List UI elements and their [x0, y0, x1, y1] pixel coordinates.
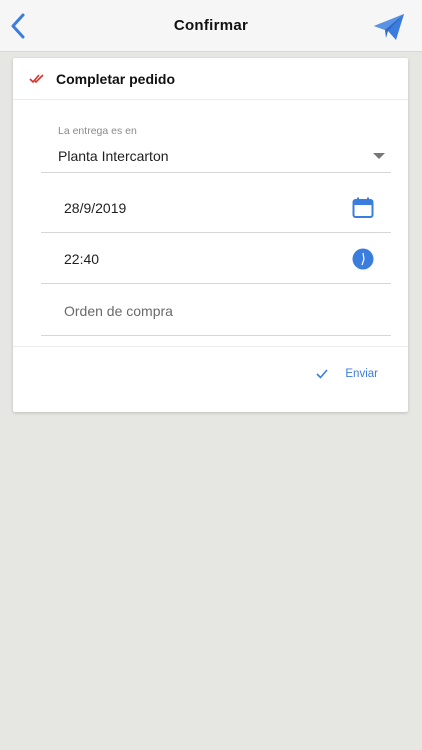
paper-plane-icon — [374, 14, 404, 40]
clock-icon[interactable] — [352, 248, 374, 270]
order-card: Completar pedido La entrega es en Planta… — [13, 58, 408, 412]
card-divider — [13, 346, 408, 347]
date-value: 28/9/2019 — [64, 200, 127, 216]
time-value: 22:40 — [64, 251, 100, 267]
dropdown-arrow-icon — [373, 153, 385, 159]
send-button-label: Enviar — [345, 368, 378, 380]
calendar-icon[interactable] — [352, 197, 374, 219]
navbar: Confirmar — [0, 0, 422, 52]
double-check-icon — [29, 73, 44, 83]
card-title: Completar pedido — [56, 70, 176, 87]
time-field[interactable]: 22:40 — [41, 233, 391, 284]
check-icon — [316, 369, 328, 379]
delivery-location-label: La entrega es en — [58, 125, 137, 137]
page-title: Confirmar — [173, 17, 249, 34]
send-nav-button[interactable] — [372, 12, 406, 42]
send-button[interactable]: Enviar — [316, 368, 378, 380]
purchase-order-field[interactable]: Orden de compra — [41, 285, 391, 336]
date-field[interactable]: 28/9/2019 — [41, 182, 391, 233]
purchase-order-placeholder: Orden de compra — [64, 303, 173, 319]
card-header: Completar pedido — [13, 58, 408, 100]
delivery-location-value: Planta Intercarton — [58, 148, 169, 164]
delivery-location-select[interactable]: La entrega es en Planta Intercarton — [41, 121, 391, 173]
